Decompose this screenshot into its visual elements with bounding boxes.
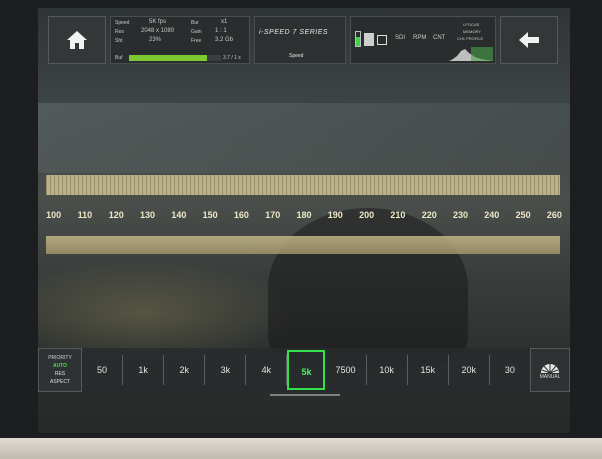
wb-option[interactable]: 4k (246, 355, 288, 385)
status-panel[interactable]: SDI RPM CNT i-FOCUS MEMORY CH1 PROFILE (350, 16, 496, 64)
top-toolbar: Speed 5K fps Res 2048 x 1080 Sht 23% Bur… (48, 16, 562, 64)
home-button[interactable] (48, 16, 106, 64)
back-button[interactable] (500, 16, 558, 64)
ruler-number: 220 (421, 210, 437, 220)
card-icon (364, 33, 374, 46)
brand-panel[interactable]: i-SPEED 7 SERIES Speed (254, 16, 346, 64)
ruler-number: 130 (140, 210, 156, 220)
rpm-indicator: RPM (413, 35, 427, 41)
speed-value: 5K fps (149, 19, 167, 25)
strip-scroll-indicator[interactable] (270, 394, 340, 396)
res-value: 2048 x 1080 (141, 28, 175, 34)
focus-indicator: i-FOCUS (463, 22, 480, 27)
ruler-numbers: 100 110 120 130 140 150 160 170 180 190 200 210 220 2… (38, 200, 570, 230)
burst-value: x1 (221, 19, 228, 25)
home-icon (67, 31, 87, 49)
wb-option[interactable]: 1k (123, 355, 165, 385)
buffer-progress-fill (129, 55, 208, 61)
sun-icon (541, 363, 559, 374)
ruler-number: 170 (265, 210, 281, 220)
ruler-tick-band (46, 175, 560, 195)
free-label: Free (191, 38, 202, 44)
camera-screen: Speed 5K fps Res 2048 x 1080 Sht 23% Bur… (38, 8, 570, 433)
manual-label: MANUAL (539, 374, 561, 380)
gain-value: 1 : 1 (215, 28, 227, 34)
wb-option[interactable]: 15k (408, 355, 449, 385)
wb-option[interactable]: 30 (490, 355, 530, 385)
cnt-indicator: CNT (433, 35, 446, 41)
mode-label: Speed (289, 53, 304, 59)
wb-option[interactable]: 50 (82, 355, 124, 385)
ruler-number: 240 (484, 210, 500, 220)
person-reflection (268, 208, 468, 368)
buffer-label: Buf (115, 55, 123, 61)
back-arrow-icon (519, 32, 539, 48)
buffer-readout: 3.7 / 1 s (223, 55, 241, 61)
ruler-number: 120 (108, 210, 124, 220)
priority-auto[interactable]: AUTO (53, 362, 67, 370)
priority-aspect[interactable]: ASPECT (50, 378, 70, 386)
glare-reflection (38, 103, 570, 173)
brand-logo: i-SPEED 7 SERIES (259, 29, 329, 36)
network-icon (377, 35, 387, 45)
wb-option-selected[interactable]: 5k (287, 350, 326, 390)
tablet-bezel: Speed 5K fps Res 2048 x 1080 Sht 23% Bur… (0, 0, 602, 440)
ruler-number: 180 (296, 210, 312, 220)
speed-label: Speed (115, 20, 130, 26)
priority-res[interactable]: RES (55, 370, 65, 378)
ruler-number: 230 (452, 210, 469, 220)
wb-option[interactable]: 7500 (325, 355, 367, 385)
shutter-value: 23% (149, 37, 162, 43)
white-balance-bar: PRIORITY AUTO RES ASPECT 50 1k 2k 3k 4k 5k 750… (38, 348, 570, 392)
shutter-label: Sht (115, 38, 123, 44)
table-surface (0, 438, 602, 459)
white-balance-strip[interactable]: 50 1k 2k 3k 4k 5k 7500 10k 15k 20k 30 (82, 348, 530, 392)
ruler-number: 140 (171, 210, 187, 220)
battery-icon (355, 31, 361, 47)
wb-option[interactable]: 2k (164, 355, 206, 385)
burst-label: Bur (191, 20, 199, 26)
histogram-icon (449, 47, 493, 61)
ruler-number: 160 (233, 210, 249, 220)
res-label: Res (115, 29, 124, 35)
priority-title: PRIORITY (48, 355, 72, 361)
profile-indicator: CH1 PROFILE (457, 36, 484, 41)
wb-option[interactable]: 20k (449, 355, 490, 385)
ruler-number: 260 (546, 210, 562, 220)
ruler-number: 250 (515, 210, 531, 220)
ruler-number: 150 (202, 210, 218, 220)
wb-option[interactable]: 10k (367, 355, 408, 385)
ruler-number: 100 (46, 210, 62, 220)
gain-label: Gain (191, 29, 202, 35)
sdi-indicator: SDI (395, 35, 406, 41)
ruler-number: 200 (359, 210, 375, 220)
ruler-lower-band (46, 236, 560, 254)
buffer-progress-bar (129, 55, 221, 61)
wb-option[interactable]: 3k (205, 355, 247, 385)
manual-button[interactable]: MANUAL (530, 348, 570, 392)
ruler-number: 210 (390, 210, 406, 220)
priority-panel[interactable]: PRIORITY AUTO RES ASPECT (38, 348, 82, 392)
ruler-number: 190 (327, 210, 343, 220)
ruler-number: 110 (77, 210, 93, 220)
memory-indicator: MEMORY (463, 29, 481, 34)
free-value: 3.2 Gb (215, 37, 234, 43)
camera-info-panel[interactable]: Speed 5K fps Res 2048 x 1080 Sht 23% Bur… (110, 16, 250, 64)
